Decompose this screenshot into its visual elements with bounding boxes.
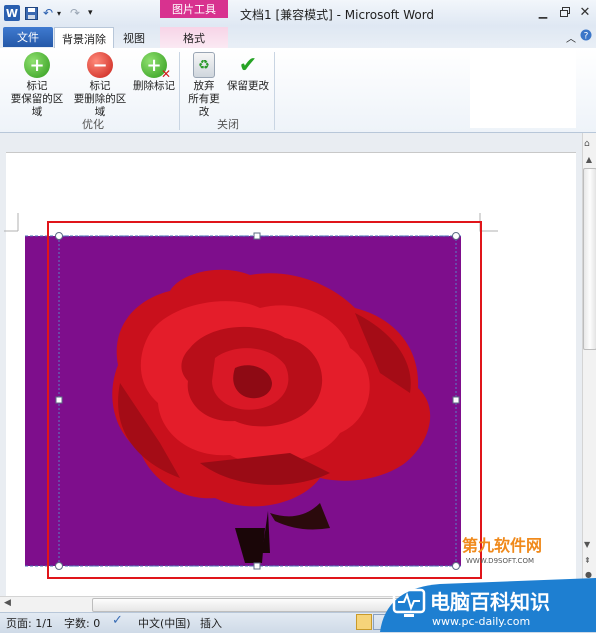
language[interactable]: 中文(中国)	[138, 615, 191, 631]
minimize-button[interactable]: ▁	[534, 4, 552, 20]
badge-title: 电脑百科知识	[430, 590, 550, 614]
group-separator	[274, 52, 275, 130]
scroll-left-icon[interactable]: ◀	[4, 598, 11, 608]
keep-changes-button[interactable]: ✔ 保留更改	[226, 52, 270, 93]
group-label-close: 关闭	[217, 118, 239, 131]
previous-page-icon[interactable]: ⇞	[584, 556, 591, 565]
tab-format[interactable]: 格式	[160, 27, 228, 48]
margin-mark	[479, 213, 498, 232]
scroll-down-icon[interactable]: ▼	[584, 540, 590, 549]
site-badge: 电脑百科知识 www.pc-daily.com	[380, 578, 596, 632]
customize-toolbar-icon[interactable]: ▾	[88, 5, 93, 21]
word-app-icon[interactable]: W	[4, 5, 20, 21]
save-icon[interactable]	[25, 5, 38, 21]
mark-remove-button[interactable]: − 标记 要删除的区域	[70, 52, 130, 119]
recycle-bin-icon: ♻	[193, 52, 215, 78]
add-plus-icon: +	[24, 52, 50, 78]
picture-tools-context-label: 图片工具	[160, 0, 228, 18]
checkmark-icon: ✔	[238, 52, 258, 78]
proofing-icon[interactable]: ✓	[112, 613, 123, 628]
discard-all-changes-button[interactable]: ♻ 放弃 所有更改	[184, 52, 224, 119]
vertical-scroll-thumb[interactable]	[583, 168, 596, 350]
help-icon[interactable]: ?	[580, 29, 592, 44]
tab-view[interactable]: 视图	[116, 27, 152, 48]
remove-minus-icon: −	[87, 52, 113, 78]
delete-mark-icon: + ✕	[141, 52, 171, 81]
group-label-refine: 优化	[82, 118, 104, 131]
mark-keep-button[interactable]: + 标记 要保留的区域	[8, 52, 66, 119]
restore-button[interactable]	[556, 4, 574, 20]
minimize-ribbon-icon[interactable]: ︿	[566, 30, 576, 45]
scroll-up-icon[interactable]: ▲	[584, 155, 594, 165]
ruler-toggle-icon[interactable]: ⌂	[584, 139, 594, 149]
group-separator	[179, 52, 180, 130]
undo-dropdown-icon[interactable]: ▾	[57, 5, 61, 21]
redo-icon[interactable]: ↷	[70, 5, 80, 21]
badge-url: www.pc-daily.com	[432, 615, 530, 628]
close-button[interactable]: ✕	[576, 4, 594, 20]
undo-icon[interactable]: ↶	[43, 5, 53, 21]
ribbon-blank-area	[470, 50, 576, 128]
tab-background-removal[interactable]: 背景消除	[54, 27, 114, 49]
watermark-url: WWW.D9SOFT.COM	[466, 557, 534, 565]
tab-file[interactable]: 文件	[3, 27, 53, 47]
page-count[interactable]: 页面: 1/1	[6, 615, 53, 631]
svg-text:?: ?	[584, 32, 589, 42]
document-canvas: 第九软件网 WWW.D9SOFT.COM	[4, 213, 542, 579]
print-layout-view-icon[interactable]	[356, 614, 372, 630]
insert-mode[interactable]: 插入	[200, 615, 222, 631]
watermark-logo: 第九软件网	[462, 536, 542, 555]
window-title: 文档1 [兼容模式] - Microsoft Word	[240, 8, 435, 22]
margin-mark	[4, 213, 19, 232]
delete-mark-button[interactable]: + ✕ 删除标记	[132, 52, 176, 93]
word-count[interactable]: 字数: 0	[64, 615, 100, 631]
